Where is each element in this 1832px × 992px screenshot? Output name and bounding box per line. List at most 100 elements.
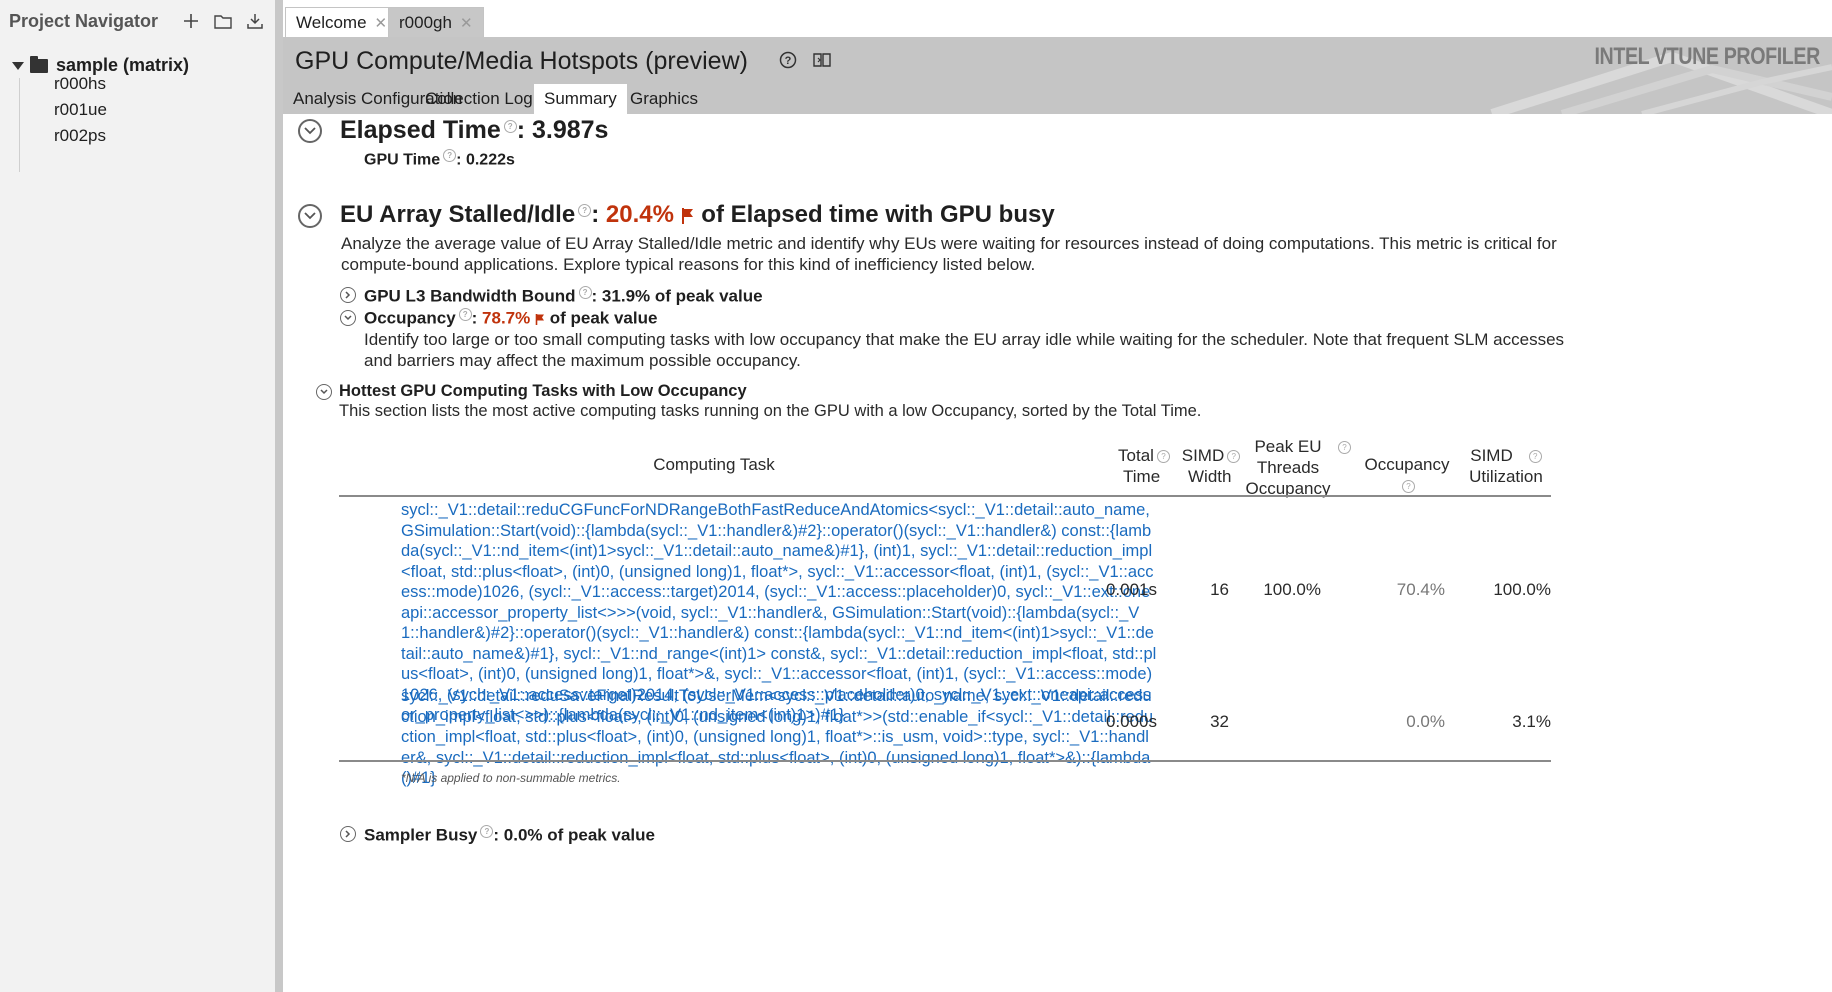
column-header-line: Time	[1123, 467, 1161, 486]
occupancy-description: Identify too large or too small computin…	[364, 330, 1565, 370]
expand-toggle-icon[interactable]	[340, 826, 356, 842]
table-footer-divider	[339, 760, 1551, 762]
brand-logo: INTEL VTUNE PROFILER	[1594, 43, 1821, 70]
occupancy-cell: 0.0%	[1406, 712, 1445, 731]
l3-bandwidth-metric: GPU L3 Bandwidth Bound?: 31.9% of peak v…	[364, 286, 763, 307]
tree-item-result[interactable]: r001ue	[54, 100, 107, 120]
simd-utilization-cell: 3.1%	[1512, 712, 1551, 731]
sampler-busy-label: Sampler Busy	[364, 825, 478, 845]
column-header-line: Peak EU	[1254, 437, 1322, 456]
total-time-cell: 0.000s	[1105, 712, 1157, 731]
eu-array-label: EU Array Stalled/Idle	[340, 201, 576, 228]
hottest-tasks-title: Hottest GPU Computing Tasks with Low Occ…	[339, 382, 747, 400]
caret-down-icon[interactable]	[12, 61, 24, 70]
panel-splitter[interactable]	[275, 0, 283, 992]
eu-array-value: 20.4%	[605, 201, 674, 228]
eu-array-suffix: of Elapsed time with GPU busy	[701, 201, 1055, 228]
column-header-line: Utilization	[1469, 467, 1543, 486]
eu-array-metric: EU Array Stalled/Idle?: 20.4% of Elapsed…	[340, 201, 1055, 229]
column-header-simd-width[interactable]: SIMD? Width	[1176, 445, 1246, 487]
gpu-time-metric: GPU Time?: 0.222s	[364, 149, 515, 169]
collapse-toggle-icon[interactable]	[340, 310, 356, 326]
help-icon[interactable]: ?	[458, 308, 472, 321]
elapsed-time-metric: Elapsed Time?: 3.987s	[340, 116, 608, 145]
svg-text:?: ?	[785, 55, 792, 67]
help-icon[interactable]: ?	[480, 825, 494, 838]
help-icon[interactable]: ?	[1528, 450, 1542, 464]
eu-array-description: Analyze the average value of EU Array St…	[341, 234, 1557, 274]
help-icon[interactable]: ?	[1338, 441, 1351, 454]
project-root-label: sample (matrix)	[56, 55, 190, 75]
column-header-line: Threads	[1256, 458, 1320, 477]
l3-bandwidth-value: : 31.9% of peak value	[591, 286, 763, 306]
eu-array-sep: :	[591, 201, 606, 228]
help-icon[interactable]: ?	[578, 204, 592, 217]
tab-welcome[interactable]: Welcome ✕	[285, 7, 399, 37]
project-root[interactable]: sample (matrix)	[12, 55, 189, 76]
download-icon[interactable]	[244, 10, 266, 32]
collapse-toggle-icon[interactable]	[316, 384, 332, 400]
occupancy-suffix: of peak value	[549, 308, 658, 328]
analysis-header: GPU Compute/Media Hotspots (preview) ? I…	[283, 37, 1832, 114]
sampler-busy-value: : 0.0% of peak value	[493, 825, 655, 845]
tab-collection-log[interactable]: Collection Log	[415, 84, 543, 114]
summary-content: Elapsed Time?: 3.987s GPU Time?: 0.222s …	[283, 114, 1832, 992]
tab-label: Welcome	[296, 12, 367, 32]
tab-label: r000gh	[399, 12, 452, 32]
simd-width-cell: 32	[1210, 712, 1229, 731]
tree-item-result[interactable]: r002ps	[54, 126, 106, 146]
occupancy-value: 78.7%	[482, 308, 531, 328]
tab-result[interactable]: r000gh ✕	[388, 7, 484, 37]
column-header-line: SIMD	[1181, 446, 1225, 465]
gpu-time-value: : 0.222s	[456, 151, 515, 169]
help-icon[interactable]: ?	[1402, 480, 1415, 494]
close-icon[interactable]: ✕	[460, 14, 473, 32]
elapsed-time-label: Elapsed Time	[340, 116, 501, 144]
collapse-toggle-icon[interactable]	[298, 119, 322, 143]
help-icon[interactable]: ?	[1227, 450, 1241, 464]
column-header-line: Width	[1188, 467, 1232, 486]
project-navigator-panel: Project Navigator sample (matrix) r000hs…	[0, 0, 275, 992]
tree-item-result[interactable]: r000hs	[54, 74, 106, 94]
column-header-occupancy[interactable]: Occupancy?	[1357, 454, 1457, 496]
navigator-toolbar	[180, 10, 266, 32]
help-icon[interactable]: ?	[443, 149, 457, 162]
sampler-busy-metric: Sampler Busy?: 0.0% of peak value	[364, 825, 655, 846]
flag-icon	[681, 207, 693, 224]
expand-toggle-icon[interactable]	[340, 287, 356, 303]
table-header-divider	[339, 495, 1551, 497]
flag-icon	[535, 313, 544, 325]
close-icon[interactable]: ✕	[375, 14, 388, 32]
document-tabs: Welcome ✕ r000gh ✕	[283, 0, 1832, 38]
help-icon[interactable]: ?	[503, 119, 517, 133]
occupancy-metric: Occupancy?: 78.7% of peak value	[364, 308, 657, 329]
help-icon[interactable]: ?	[779, 51, 797, 74]
project-navigator-title: Project Navigator	[9, 11, 159, 31]
simd-utilization-cell: 100.0%	[1493, 580, 1551, 599]
column-header-peak-eu-threads-occupancy[interactable]: Peak EU Threads Occupancy	[1243, 436, 1333, 499]
tab-summary[interactable]: Summary	[534, 84, 627, 114]
table-footnote: *N/A is applied to non-summable metrics.	[401, 771, 621, 785]
column-header-simd-utilization[interactable]: SIMD? Utilization	[1461, 445, 1551, 487]
help-icon[interactable]: ?	[578, 286, 592, 299]
hottest-tasks-description: This section lists the most active compu…	[339, 402, 1202, 420]
book-icon[interactable]	[812, 51, 832, 74]
folder-icon[interactable]	[212, 10, 234, 32]
occupancy-label: Occupancy	[364, 308, 456, 328]
gpu-time-label: GPU Time	[364, 151, 441, 169]
column-header-line: Total	[1118, 446, 1154, 465]
simd-width-cell: 16	[1210, 580, 1229, 599]
analysis-title: GPU Compute/Media Hotspots (preview)	[295, 47, 748, 75]
elapsed-time-value: : 3.987s	[516, 116, 609, 144]
tree-guide-line	[19, 78, 20, 172]
occupancy-sep: :	[471, 308, 483, 328]
l3-bandwidth-label: GPU L3 Bandwidth Bound	[364, 286, 576, 306]
help-icon[interactable]: ?	[1156, 450, 1170, 464]
tab-graphics[interactable]: Graphics	[620, 84, 708, 114]
total-time-cell: 0.001s	[1105, 580, 1157, 599]
collapse-toggle-icon[interactable]	[298, 204, 322, 228]
column-header-computing-task[interactable]: Computing Task	[639, 454, 789, 475]
folder-filled-icon	[30, 55, 48, 73]
column-header-total-time[interactable]: Total? Time	[1109, 445, 1179, 487]
plus-icon[interactable]	[180, 10, 202, 32]
